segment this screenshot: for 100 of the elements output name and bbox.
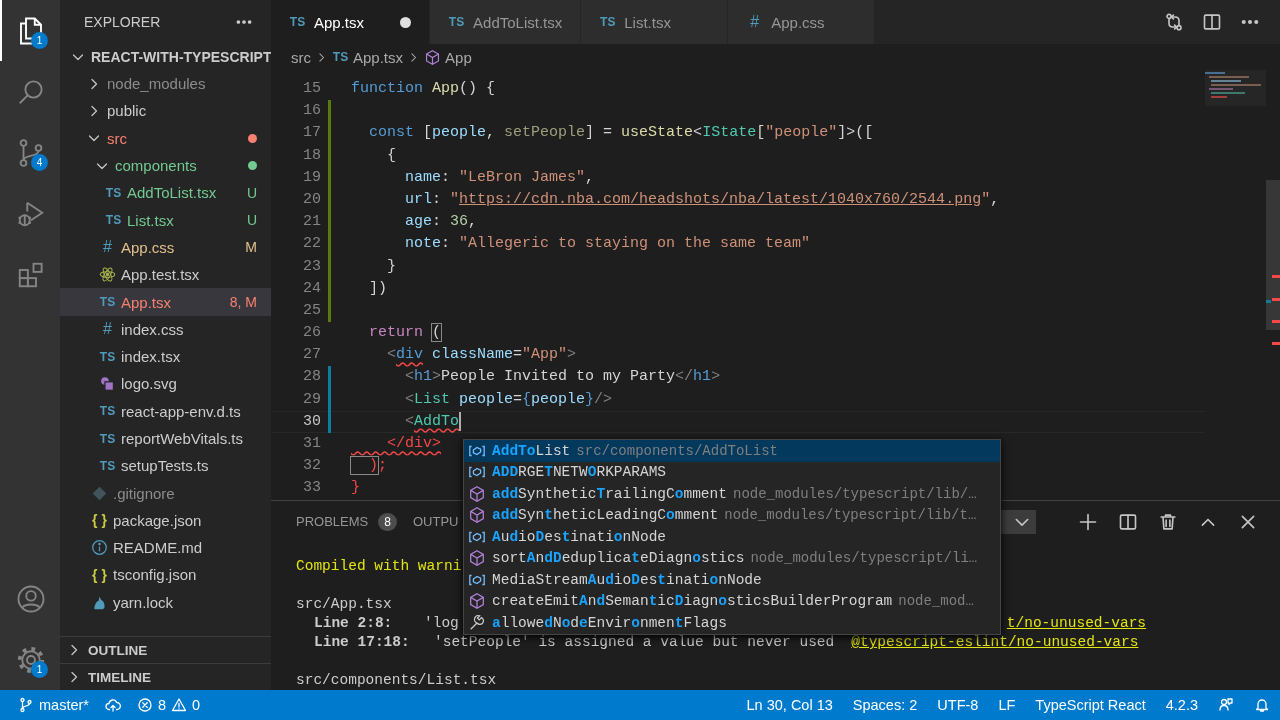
suggestion-label[interactable]: MediaStreamAudioDestinationNode — [492, 571, 762, 588]
suggestion-item[interactable]: createEmitAndSemanticDiagnosticsBuilderProgram node_mod… — [464, 590, 1000, 612]
explorer-row[interactable]: README.md — [60, 534, 271, 562]
feedback-icon[interactable] — [1218, 697, 1234, 713]
explorer-row[interactable]: src — [60, 124, 271, 152]
panel-tab[interactable]: PROBLEMS 8 — [296, 508, 397, 536]
explorer-row[interactable]: TS reportWebVitals.ts — [60, 424, 271, 453]
tab-label[interactable]: App.tsx — [314, 13, 365, 31]
split-editor-icon[interactable] — [1202, 12, 1222, 32]
bell-icon[interactable] — [1254, 697, 1270, 713]
panel-tab-label[interactable]: OUTPU — [412, 514, 459, 529]
editor-tab[interactable]: TS List.tsx — [581, 0, 729, 44]
status-item[interactable]: Ln 30, Col 13 — [746, 697, 833, 713]
editor-tab[interactable]: TS AddToList.tsx — [430, 0, 582, 44]
explorer-row[interactable]: yarn.lock — [60, 588, 271, 616]
file-name[interactable]: yarn.lock — [113, 593, 257, 611]
explorer-row[interactable]: TS AddToList.tsx U — [60, 179, 271, 207]
tab-label[interactable]: List.tsx — [624, 13, 671, 31]
explorer-row[interactable]: { } tsconfig.json — [60, 561, 271, 589]
split-panel-icon[interactable] — [1118, 512, 1138, 532]
explorer-row[interactable]: TS index.tsx — [60, 342, 271, 371]
explorer-row[interactable]: App.test.tsx — [60, 261, 271, 289]
suggestion-label[interactable]: createEmitAndSemanticDiagnosticsBuilderProgram — [492, 593, 893, 610]
error-icon[interactable] — [136, 697, 153, 713]
file-name[interactable]: App.tsx — [121, 293, 225, 311]
suggestion-label[interactable]: sortAndDeduplicateDiagnostics — [492, 550, 745, 567]
suggestion-item[interactable]: AudioDestinationNode — [464, 526, 1000, 548]
suggestion-label[interactable]: AudioDestinationNode — [492, 528, 667, 545]
folder-name[interactable]: REACT-WITH-TYPESCRIPT — [91, 49, 271, 65]
explorer-row[interactable]: public — [60, 97, 271, 125]
folder-name[interactable]: src — [107, 129, 243, 147]
section-header[interactable]: TIMELINE — [88, 669, 151, 685]
suggestion-item[interactable]: MediaStreamAudioDestinationNode — [464, 569, 1000, 591]
suggestion-item[interactable]: addSyntheticTrailingComment node_modules/typescript/lib/… — [464, 483, 1000, 505]
status-item[interactable]: TypeScript React — [1035, 697, 1146, 713]
explorer-row[interactable]: .gitignore — [60, 479, 271, 507]
folder-name[interactable]: node_modules — [107, 75, 257, 93]
section-header[interactable]: OUTLINE — [88, 642, 148, 658]
branch-name[interactable]: master* — [39, 697, 89, 713]
file-name[interactable]: README.md — [113, 539, 257, 557]
branch-icon[interactable] — [18, 697, 34, 713]
explorer-row[interactable]: node_modules — [60, 70, 271, 98]
explorer-row[interactable]: TS setupTests.ts — [60, 452, 271, 480]
file-name[interactable]: tsconfig.json — [113, 566, 257, 584]
warning-count[interactable]: 0 — [192, 697, 201, 713]
file-name[interactable]: index.tsx — [121, 348, 257, 366]
file-name[interactable]: reportWebVitals.ts — [121, 430, 257, 447]
status-item[interactable]: 4.2.3 — [1165, 697, 1198, 713]
suggestion-item[interactable]: ADDRGETNETWORKPARAMS — [464, 461, 1000, 483]
explorer-row[interactable]: # App.css M — [60, 233, 271, 262]
folder-name[interactable]: public — [107, 102, 257, 120]
explorer-row[interactable]: TS react-app-env.d.ts — [60, 397, 271, 425]
plus-icon[interactable] — [1078, 512, 1098, 532]
file-name[interactable]: AddToList.tsx — [127, 184, 242, 202]
suggestion-label[interactable]: addSyntheticTrailingComment — [492, 485, 727, 502]
file-name[interactable]: List.tsx — [127, 211, 242, 229]
suggestion-label[interactable]: AddToList — [492, 442, 571, 459]
breadcrumb[interactable]: App.tsx — [353, 48, 404, 66]
rule-link[interactable]: t/no-unused-vars — [1006, 614, 1147, 633]
suggestion-item[interactable]: allowedNodeEnvironmentFlags — [464, 612, 1000, 634]
tab-label[interactable]: AddToList.tsx — [473, 13, 563, 31]
trash-icon[interactable] — [1158, 512, 1178, 532]
explorer-row[interactable]: logo.svg — [60, 370, 271, 398]
status-item[interactable]: LF — [998, 697, 1016, 713]
breadcrumb[interactable]: src — [291, 48, 311, 66]
explorer-row[interactable]: { } package.json — [60, 506, 271, 535]
folder-name[interactable]: components — [115, 157, 243, 175]
cloud-upload-icon[interactable] — [104, 697, 121, 713]
file-name[interactable]: .gitignore — [113, 484, 257, 502]
explorer-row[interactable]: # index.css — [60, 315, 271, 343]
status-item[interactable]: Spaces: 2 — [852, 697, 918, 713]
compare-icon[interactable] — [1164, 12, 1184, 32]
breadcrumb[interactable]: App — [445, 48, 472, 66]
settings-icon[interactable] — [16, 644, 46, 675]
suggestion-item[interactable]: addSyntheticLeadingComment node_modules/typescript/lib/t… — [464, 504, 1000, 526]
panel-tab-label[interactable]: PROBLEMS — [296, 514, 369, 529]
account-icon[interactable] — [16, 583, 46, 614]
file-name[interactable]: react-app-env.d.ts — [121, 402, 257, 420]
warning-icon[interactable] — [171, 697, 188, 713]
explorer-row[interactable]: TS App.tsx 8, M — [60, 288, 271, 316]
suggestion-item[interactable]: sortAndDeduplicateDiagnostics node_modules/typescript/li… — [464, 547, 1000, 569]
unsaved-dot[interactable] — [400, 16, 412, 28]
rule-link[interactable]: @typescript-eslint/no-unused-vars — [851, 633, 1139, 652]
error-count[interactable]: 8 — [157, 697, 167, 713]
file-name[interactable]: App.test.tsx — [121, 266, 257, 284]
status-item[interactable]: UTF-8 — [937, 697, 979, 713]
suggestion-label[interactable]: addSyntheticLeadingComment — [492, 507, 719, 524]
editor-tab[interactable]: # App.css — [728, 0, 876, 44]
suggestion-label[interactable]: ADDRGETNETWORKPARAMS — [492, 464, 667, 481]
suggestion-label[interactable]: allowedNodeEnvironmentFlags — [492, 614, 727, 631]
file-name[interactable]: setupTests.ts — [121, 457, 257, 475]
explorer-row[interactable]: components — [60, 151, 271, 180]
file-name[interactable]: package.json — [113, 511, 257, 529]
suggestion-item[interactable]: AddToList src/components/AddToList — [464, 440, 1000, 462]
editor-tab[interactable]: TS App.tsx — [271, 0, 431, 44]
tab-label[interactable]: App.css — [771, 13, 825, 31]
file-name[interactable]: logo.svg — [121, 375, 257, 393]
explorer-row[interactable]: TS List.tsx U — [60, 206, 271, 234]
file-name[interactable]: App.css — [121, 238, 241, 256]
file-name[interactable]: index.css — [121, 320, 257, 338]
